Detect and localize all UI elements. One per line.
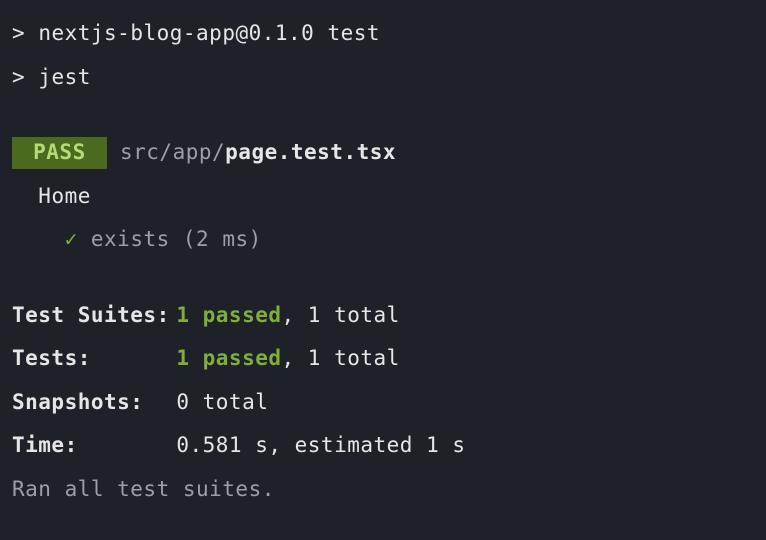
- npm-script: nextjs-blog-app@0.1.0 test: [38, 21, 380, 45]
- blank-line: [12, 93, 754, 137]
- describe-block: Home: [12, 181, 754, 213]
- snapshots-value: 0 total: [176, 390, 268, 414]
- time-value: 0.581 s, estimated 1 s: [176, 433, 465, 457]
- snapshots-label: Snapshots:: [12, 387, 176, 419]
- check-icon: ✓: [65, 227, 78, 251]
- prompt-symbol: >: [12, 65, 25, 89]
- tests-total: , 1 total: [282, 346, 400, 370]
- tests-label: Tests:: [12, 343, 176, 375]
- summary-footer: Ran all test suites.: [12, 474, 754, 506]
- suites-total: , 1 total: [282, 303, 400, 327]
- tests-passed: 1 passed: [176, 346, 281, 370]
- test-file-name: page.test.tsx: [225, 140, 396, 164]
- describe-name: Home: [38, 184, 91, 208]
- summary-time: Time:0.581 s, estimated 1 s: [12, 430, 754, 462]
- test-file-result: PASS src/app/page.test.tsx: [12, 137, 754, 169]
- command-line-1: > nextjs-blog-app@0.1.0 test: [12, 18, 754, 50]
- suites-passed: 1 passed: [176, 303, 281, 327]
- suites-label: Test Suites:: [12, 300, 176, 332]
- test-case-row: ✓ exists (2 ms): [12, 224, 754, 256]
- summary-snapshots: Snapshots:0 total: [12, 387, 754, 419]
- pass-badge: PASS: [12, 137, 107, 169]
- prompt-symbol: >: [12, 21, 25, 45]
- summary-tests: Tests:1 passed, 1 total: [12, 343, 754, 375]
- footer-text: Ran all test suites.: [12, 477, 275, 501]
- time-label: Time:: [12, 430, 176, 462]
- test-file-dir: src/app/: [107, 140, 225, 164]
- blank-line: [12, 256, 754, 300]
- test-case-time: (2 ms): [183, 227, 262, 251]
- runner-name: jest: [38, 65, 91, 89]
- command-line-2: > jest: [12, 62, 754, 94]
- summary-suites: Test Suites:1 passed, 1 total: [12, 300, 754, 332]
- test-case-name: exists: [91, 227, 170, 251]
